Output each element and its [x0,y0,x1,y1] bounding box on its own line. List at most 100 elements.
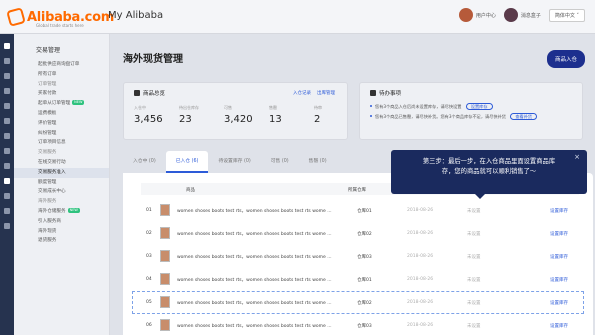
product-table-panel: 商品 所属仓库 入仓时间 库存状态 操作 01women shoses boot… [123,173,593,335]
sidebar-item-label: 退货服务 [38,238,57,244]
product-icon[interactable] [4,58,10,64]
status-tab[interactable]: 入仓中 (0) [123,151,166,173]
stat-label: 待审 [314,105,322,110]
header-product: 商品 [186,188,195,193]
page-title: 海外现货管理 [123,54,183,65]
sidebar-item[interactable]: 纠纷管理 [14,129,109,139]
set-stock-link[interactable]: 设置库存 [550,208,568,214]
sidebar-item-label: 海外服务 [38,199,57,205]
header-warehouse: 所属仓库 [348,188,366,193]
app-window: Alibaba.com Global trade starts here My … [0,0,595,335]
sidebar-item[interactable]: 海外仓储服务 NEW [14,207,109,217]
sidebar-item[interactable]: 起批供应商询盘订单 [14,60,109,70]
language-select[interactable]: 简体中文 ˅ [548,8,585,22]
warehouse: 仓库01 [357,278,372,283]
sidebar-item[interactable]: 在线交易行动 [14,158,109,168]
product-name[interactable]: women shoses boots test rts，women shoses… [177,208,332,214]
set-stock-link[interactable]: 设置库存 [550,300,568,306]
todo-header: 待办事项 [370,89,401,97]
marketing-icon[interactable] [4,133,10,139]
product-thumbnail[interactable] [160,227,170,239]
view-restock-button[interactable]: 查看补货 [510,113,538,120]
row-index: 04 [146,277,152,282]
product-name[interactable]: women shoses boots test rts，women shoses… [177,231,332,237]
row-index: 05 [146,300,152,305]
set-stock-link[interactable]: 设置库存 [550,254,568,260]
product-thumbnail[interactable] [160,250,170,262]
user-center-label: 用户中心 [475,12,496,19]
sidebar-item[interactable]: 交易成长中心 [14,187,109,197]
table-row: 02 women shoses boots test rts，women shos… [132,222,584,245]
sidebar-item[interactable]: 退货服务 [14,236,109,246]
sidebar-item[interactable]: 订单项目信息 [14,138,109,148]
status-tab[interactable]: 待设置库存 (0) [208,151,260,173]
sidebar-item[interactable]: 交易服务准入 [14,167,109,178]
close-icon[interactable]: × [574,152,580,162]
sidebar-item-label: 交易服务准入 [38,169,66,175]
user-center-link[interactable]: 用户中心 [458,8,496,22]
chart-icon[interactable] [4,118,10,124]
status-tab[interactable]: 可售 (0) [261,151,299,173]
sidebar-heading: 交易管理 [36,47,61,54]
table-row: 03 women shoses boots test rts，women shos… [132,245,584,268]
sidebar-item[interactable]: 买家付款 [14,89,109,99]
stat-block: 售罄 13 [269,105,314,125]
home-icon[interactable] [4,43,10,49]
sidebar-item: 订单管理 [14,80,109,90]
outbound-link[interactable]: 出库管理 [317,90,335,96]
stock-in-record-link[interactable]: 入仓记录 [293,90,311,96]
product-name[interactable]: women shoses boots test rts，women shoses… [177,277,332,283]
stat-block: 待出仓库存 23 [179,105,224,125]
user-icon[interactable] [4,208,10,214]
message-icon[interactable] [4,73,10,79]
product-name[interactable]: women shoses boots test rts，women shoses… [177,323,332,329]
status-tab[interactable]: 售罄 (0) [299,151,337,173]
product-thumbnail[interactable] [160,273,170,285]
stat-block: 待审 2 [314,105,359,125]
sidebar-item-label: 起单从订单管理 [38,101,71,107]
set-stock-link[interactable]: 设置库存 [550,231,568,237]
sidebar-item[interactable]: 引入服务商 [14,217,109,227]
product-thumbnail[interactable] [160,204,170,216]
overview-title: 商品总览 [143,91,166,97]
sidebar-item[interactable]: 所有订单 [14,70,109,80]
sidebar-item[interactable]: 海外现货 [14,227,109,237]
message-box-link[interactable]: 消息盒子 [503,8,541,22]
product-thumbnail[interactable] [160,319,170,331]
sidebar-item[interactable]: 运费模板 [14,109,109,119]
stock-in-date: 2018-08-26 [407,254,434,259]
set-stock-link[interactable]: 设置库存 [550,277,568,283]
sidebar-item-label: 起批供应商询盘订单 [38,62,80,67]
product-name[interactable]: women shoses boots test rts，women shoses… [177,300,332,306]
trade-icon[interactable] [4,178,10,184]
overview-links: 入仓记录 出库管理 [293,90,335,96]
user-avatar [458,8,473,22]
sidebar-item[interactable]: 额度管理 [14,178,109,188]
grid-icon[interactable] [4,103,10,109]
sidebar-item: 交易服务 [14,148,109,158]
row-index: 06 [146,323,152,328]
row-index: 03 [146,254,152,259]
settings-icon[interactable] [4,223,10,229]
stock-in-button[interactable]: 商品入仓 [546,50,585,68]
sidebar-item[interactable]: 起单从订单管理 NEW [14,99,109,109]
stock-status: 未设置 [467,301,481,306]
icon-rail [0,34,14,335]
stock-in-date: 2018-08-26 [407,208,434,213]
guide-tip-line2: 存，您的商品就可以顺利销售了～ [441,168,537,175]
clock-icon[interactable] [4,163,10,169]
sidebar-item-label: 评价管理 [38,120,57,126]
set-stock-link[interactable]: 设置库存 [550,323,568,329]
order-icon[interactable] [4,88,10,94]
alibaba-logo-icon [6,7,26,27]
sidebar-item[interactable]: 评价管理 [14,119,109,129]
set-stock-button[interactable]: 设置库存 [465,103,493,110]
product-thumbnail[interactable] [160,296,170,308]
status-tab[interactable]: 已入仓 (6) [165,151,209,173]
row-index: 01 [146,208,152,213]
sidebar-item-label: 订单管理 [38,81,57,87]
arrow-icon[interactable] [4,148,10,154]
product-name[interactable]: women shoses boots test rts，women shoses… [177,254,332,260]
shield-icon[interactable] [4,193,10,199]
alibaba-logo[interactable]: Alibaba.com Global trade starts here [6,6,114,28]
